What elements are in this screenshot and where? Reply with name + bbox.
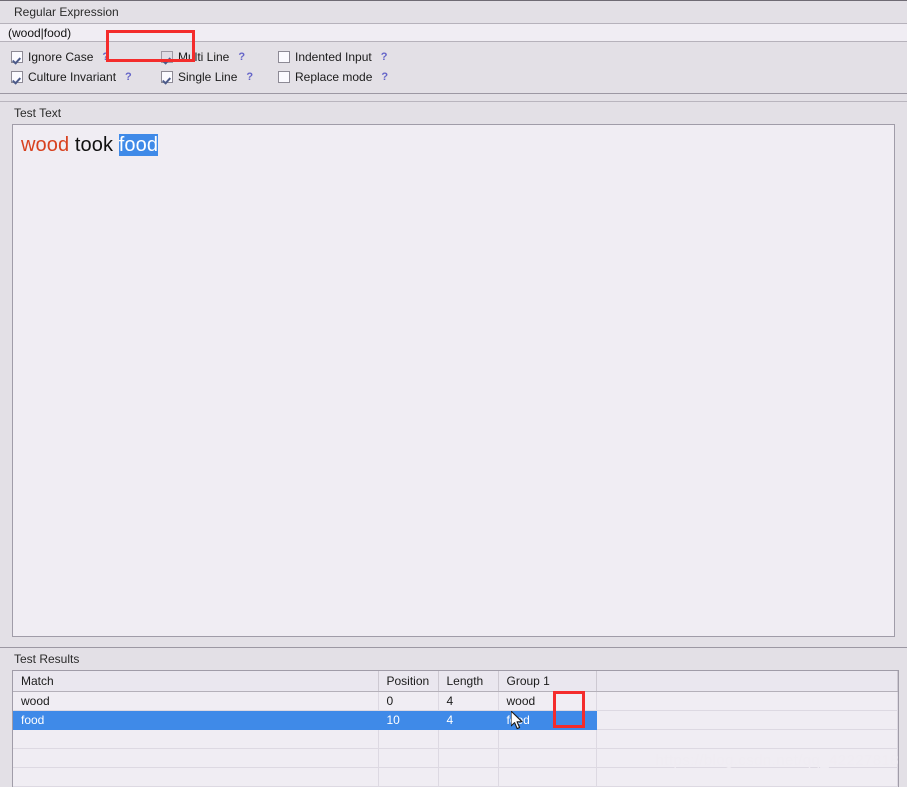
- cell-length: 4: [438, 691, 499, 711]
- regular-expression-label: Regular Expression: [14, 5, 119, 19]
- replace-mode-label: Replace mode: [295, 70, 373, 84]
- table-row-empty[interactable]: [13, 748, 898, 768]
- cell-empty: [498, 767, 597, 787]
- option-single-line[interactable]: Single Line ?: [161, 67, 278, 87]
- options-row-1: Ignore Case ? Multi Line ? Indented Inpu…: [0, 47, 907, 67]
- table-row[interactable]: wood 0 4 wood: [13, 691, 898, 711]
- column-header-group-1[interactable]: Group 1: [498, 671, 597, 692]
- cell-position: 10: [378, 710, 439, 730]
- cell-empty: [378, 767, 439, 787]
- ignore-case-checkbox[interactable]: [11, 51, 23, 63]
- regex-options-panel: Ignore Case ? Multi Line ? Indented Inpu…: [0, 42, 907, 93]
- cell-filler: [596, 691, 898, 711]
- options-row-2: Culture Invariant ? Single Line ? Replac…: [0, 67, 907, 87]
- test-text-content: wood took food: [21, 132, 886, 158]
- test-text-section: Test Text wood took food: [0, 102, 907, 647]
- multi-line-label: Multi Line: [178, 50, 230, 64]
- ignore-case-label: Ignore Case: [28, 50, 94, 64]
- cell-empty: [438, 767, 499, 787]
- cell-match: food: [13, 710, 379, 730]
- cell-empty: [498, 729, 597, 749]
- column-header-length[interactable]: Length: [438, 671, 499, 692]
- token-selected-food: food: [118, 134, 159, 156]
- cell-position: 0: [378, 691, 439, 711]
- test-text-editor[interactable]: wood took food: [12, 124, 895, 637]
- test-results-table-container: Match Position Length Group 1 wood 0 4 w…: [12, 670, 899, 787]
- cell-empty: [596, 748, 898, 768]
- cell-empty: [596, 767, 898, 787]
- column-header-match[interactable]: Match: [13, 671, 379, 692]
- cell-filler: [596, 710, 898, 730]
- column-header-position[interactable]: Position: [378, 671, 439, 692]
- single-line-label: Single Line: [178, 70, 238, 84]
- option-indented-input[interactable]: Indented Input ?: [278, 47, 448, 67]
- cell-empty: [596, 729, 898, 749]
- regular-expression-section: Regular Expression (wood|food) Ignore Ca…: [0, 0, 907, 93]
- cell-match: wood: [13, 691, 379, 711]
- ignore-case-help-icon[interactable]: ?: [102, 51, 109, 63]
- token-plain-took: took: [69, 134, 119, 156]
- test-results-section: Test Results Match Position Length Group…: [0, 647, 907, 787]
- option-ignore-case[interactable]: Ignore Case ?: [11, 47, 161, 67]
- single-line-checkbox[interactable]: [161, 71, 173, 83]
- cell-empty: [13, 767, 379, 787]
- test-results-label: Test Results: [14, 652, 80, 666]
- cell-empty: [13, 748, 379, 768]
- table-row-empty[interactable]: [13, 767, 898, 787]
- culture-invariant-help-icon[interactable]: ?: [125, 71, 132, 83]
- cell-length: 4: [438, 710, 499, 730]
- replace-mode-checkbox[interactable]: [278, 71, 290, 83]
- option-replace-mode[interactable]: Replace mode ?: [278, 67, 448, 87]
- single-line-help-icon[interactable]: ?: [246, 71, 253, 83]
- table-header-row: Match Position Length Group 1: [13, 671, 898, 692]
- table-row-empty[interactable]: [13, 729, 898, 749]
- cell-empty: [438, 729, 499, 749]
- option-culture-invariant[interactable]: Culture Invariant ?: [11, 67, 161, 87]
- cell-group-1: food: [498, 710, 597, 730]
- cell-empty: [438, 748, 499, 768]
- cell-group-1: wood: [498, 691, 597, 711]
- multi-line-help-icon[interactable]: ?: [238, 51, 245, 63]
- token-match-wood: wood: [21, 134, 70, 156]
- splitter-top[interactable]: [0, 93, 907, 102]
- regex-pattern-input[interactable]: (wood|food): [0, 23, 907, 42]
- culture-invariant-checkbox[interactable]: [11, 71, 23, 83]
- test-text-label: Test Text: [14, 106, 62, 120]
- culture-invariant-label: Culture Invariant: [28, 70, 117, 84]
- column-header-filler[interactable]: [596, 671, 898, 692]
- cell-empty: [378, 748, 439, 768]
- cell-empty: [378, 729, 439, 749]
- indented-input-help-icon[interactable]: ?: [381, 51, 388, 63]
- regex-tester-window: Regular Expression (wood|food) Ignore Ca…: [0, 0, 907, 787]
- indented-input-label: Indented Input: [295, 50, 372, 64]
- table-row[interactable]: food 10 4 food: [13, 710, 898, 730]
- replace-mode-help-icon[interactable]: ?: [381, 71, 388, 83]
- cell-empty: [498, 748, 597, 768]
- cell-empty: [13, 729, 379, 749]
- multi-line-checkbox[interactable]: [161, 51, 173, 63]
- option-multi-line[interactable]: Multi Line ?: [161, 47, 278, 67]
- indented-input-checkbox[interactable]: [278, 51, 290, 63]
- test-results-body: wood 0 4 wood food 10 4 food: [13, 691, 898, 787]
- test-results-table: Match Position Length Group 1 wood 0 4 w…: [13, 671, 898, 787]
